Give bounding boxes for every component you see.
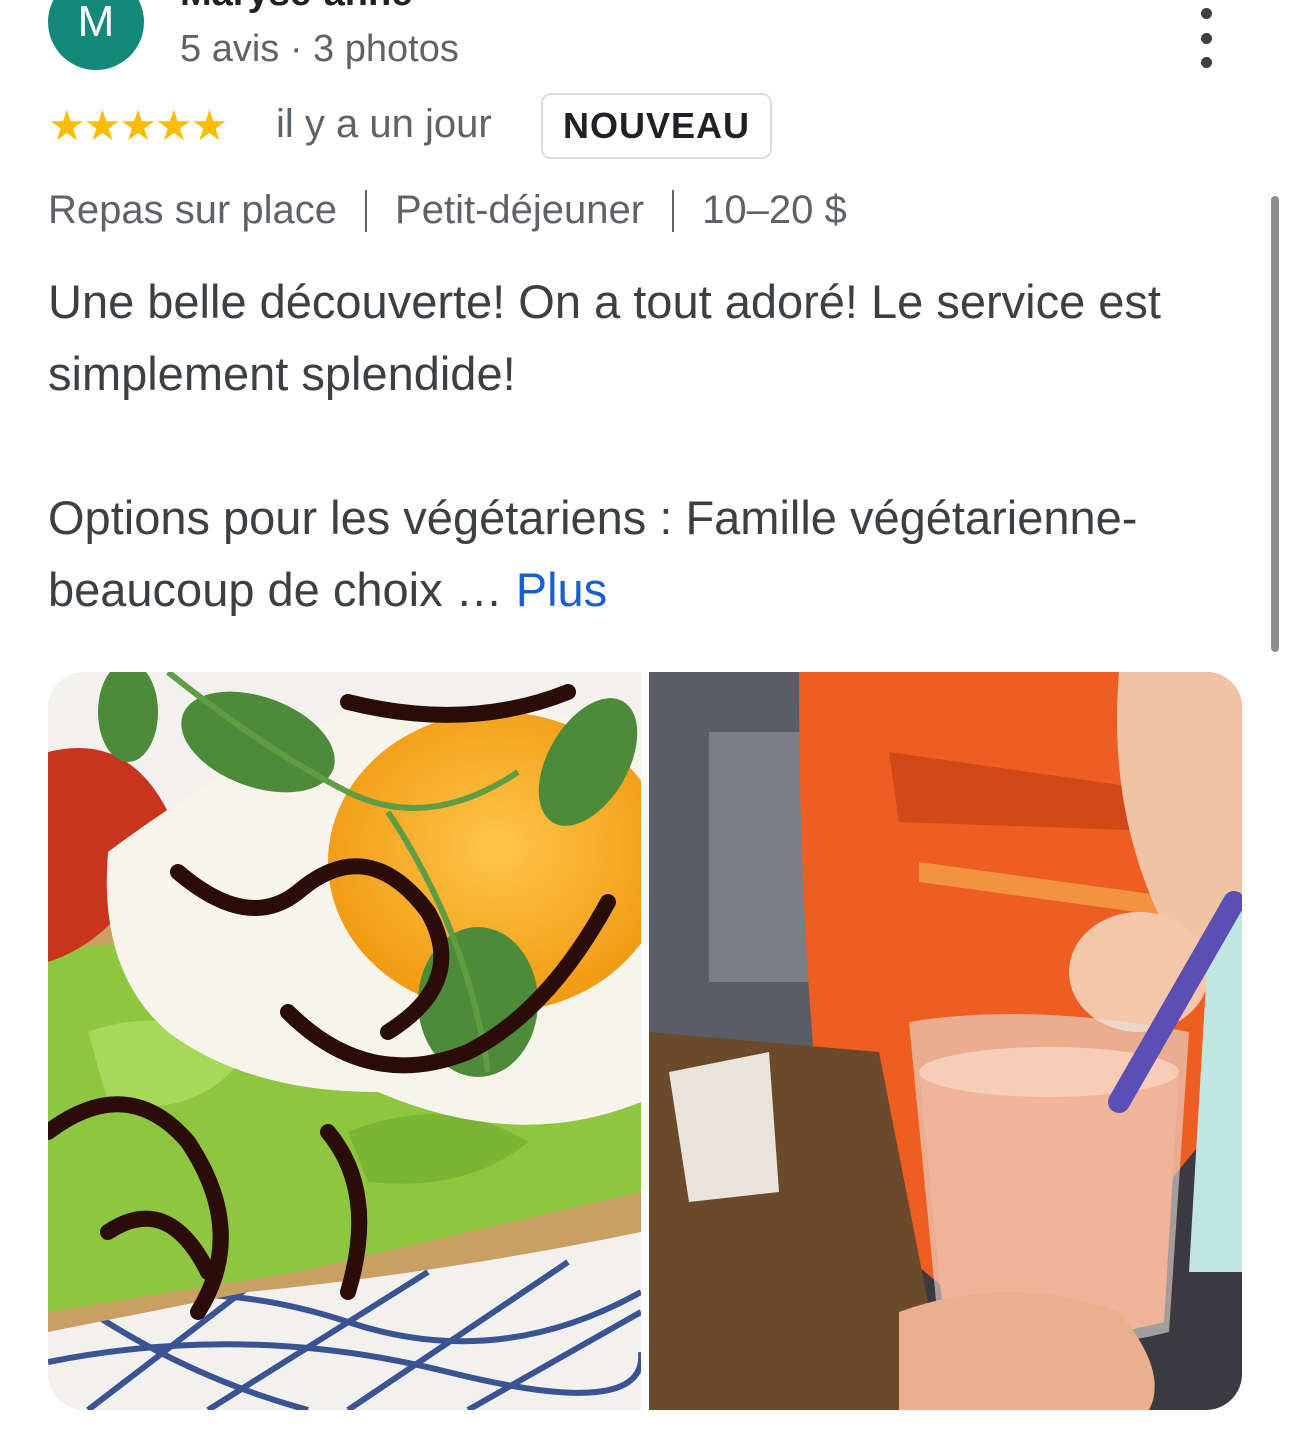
- author-name[interactable]: Maryse-anne: [180, 0, 412, 15]
- review-attributes: Repas sur place Petit-déjeuner 10–20 $: [48, 188, 847, 233]
- more-options-button[interactable]: [1186, 8, 1226, 68]
- more-vert-icon-dot: [1200, 32, 1212, 44]
- review-paragraph-2: Options pour les végétariens : Famille v…: [48, 482, 1238, 626]
- review-date: il y a un jour: [276, 102, 492, 146]
- divider: [365, 189, 368, 232]
- avatar[interactable]: M: [48, 0, 144, 70]
- author-meta: 5 avis · 3 photos: [180, 28, 459, 70]
- new-badge: NOUVEAU: [541, 93, 773, 159]
- more-vert-icon: [1200, 8, 1212, 19]
- attribute-meal: Petit-déjeuner: [395, 188, 645, 232]
- star-rating: ★★★★★: [48, 102, 228, 149]
- review-text: Une belle découverte! On a tout adoré! L…: [48, 266, 1238, 626]
- photo-smoothie[interactable]: [649, 672, 1242, 1410]
- photo-avocado-toast[interactable]: [48, 672, 641, 1410]
- scrollbar[interactable]: [1271, 196, 1279, 652]
- review-paragraph-1: Une belle découverte! On a tout adoré! L…: [48, 275, 1161, 400]
- more-vert-icon-dot: [1200, 57, 1212, 68]
- attribute-price: 10–20 $: [702, 188, 847, 232]
- review-photos: [48, 672, 1242, 1410]
- more-link[interactable]: Plus: [516, 563, 607, 616]
- attribute-service: Repas sur place: [48, 188, 338, 232]
- review-card: M Maryse-anne 5 avis · 3 photos ★★★★★ il…: [0, 0, 1290, 1434]
- divider: [672, 189, 675, 232]
